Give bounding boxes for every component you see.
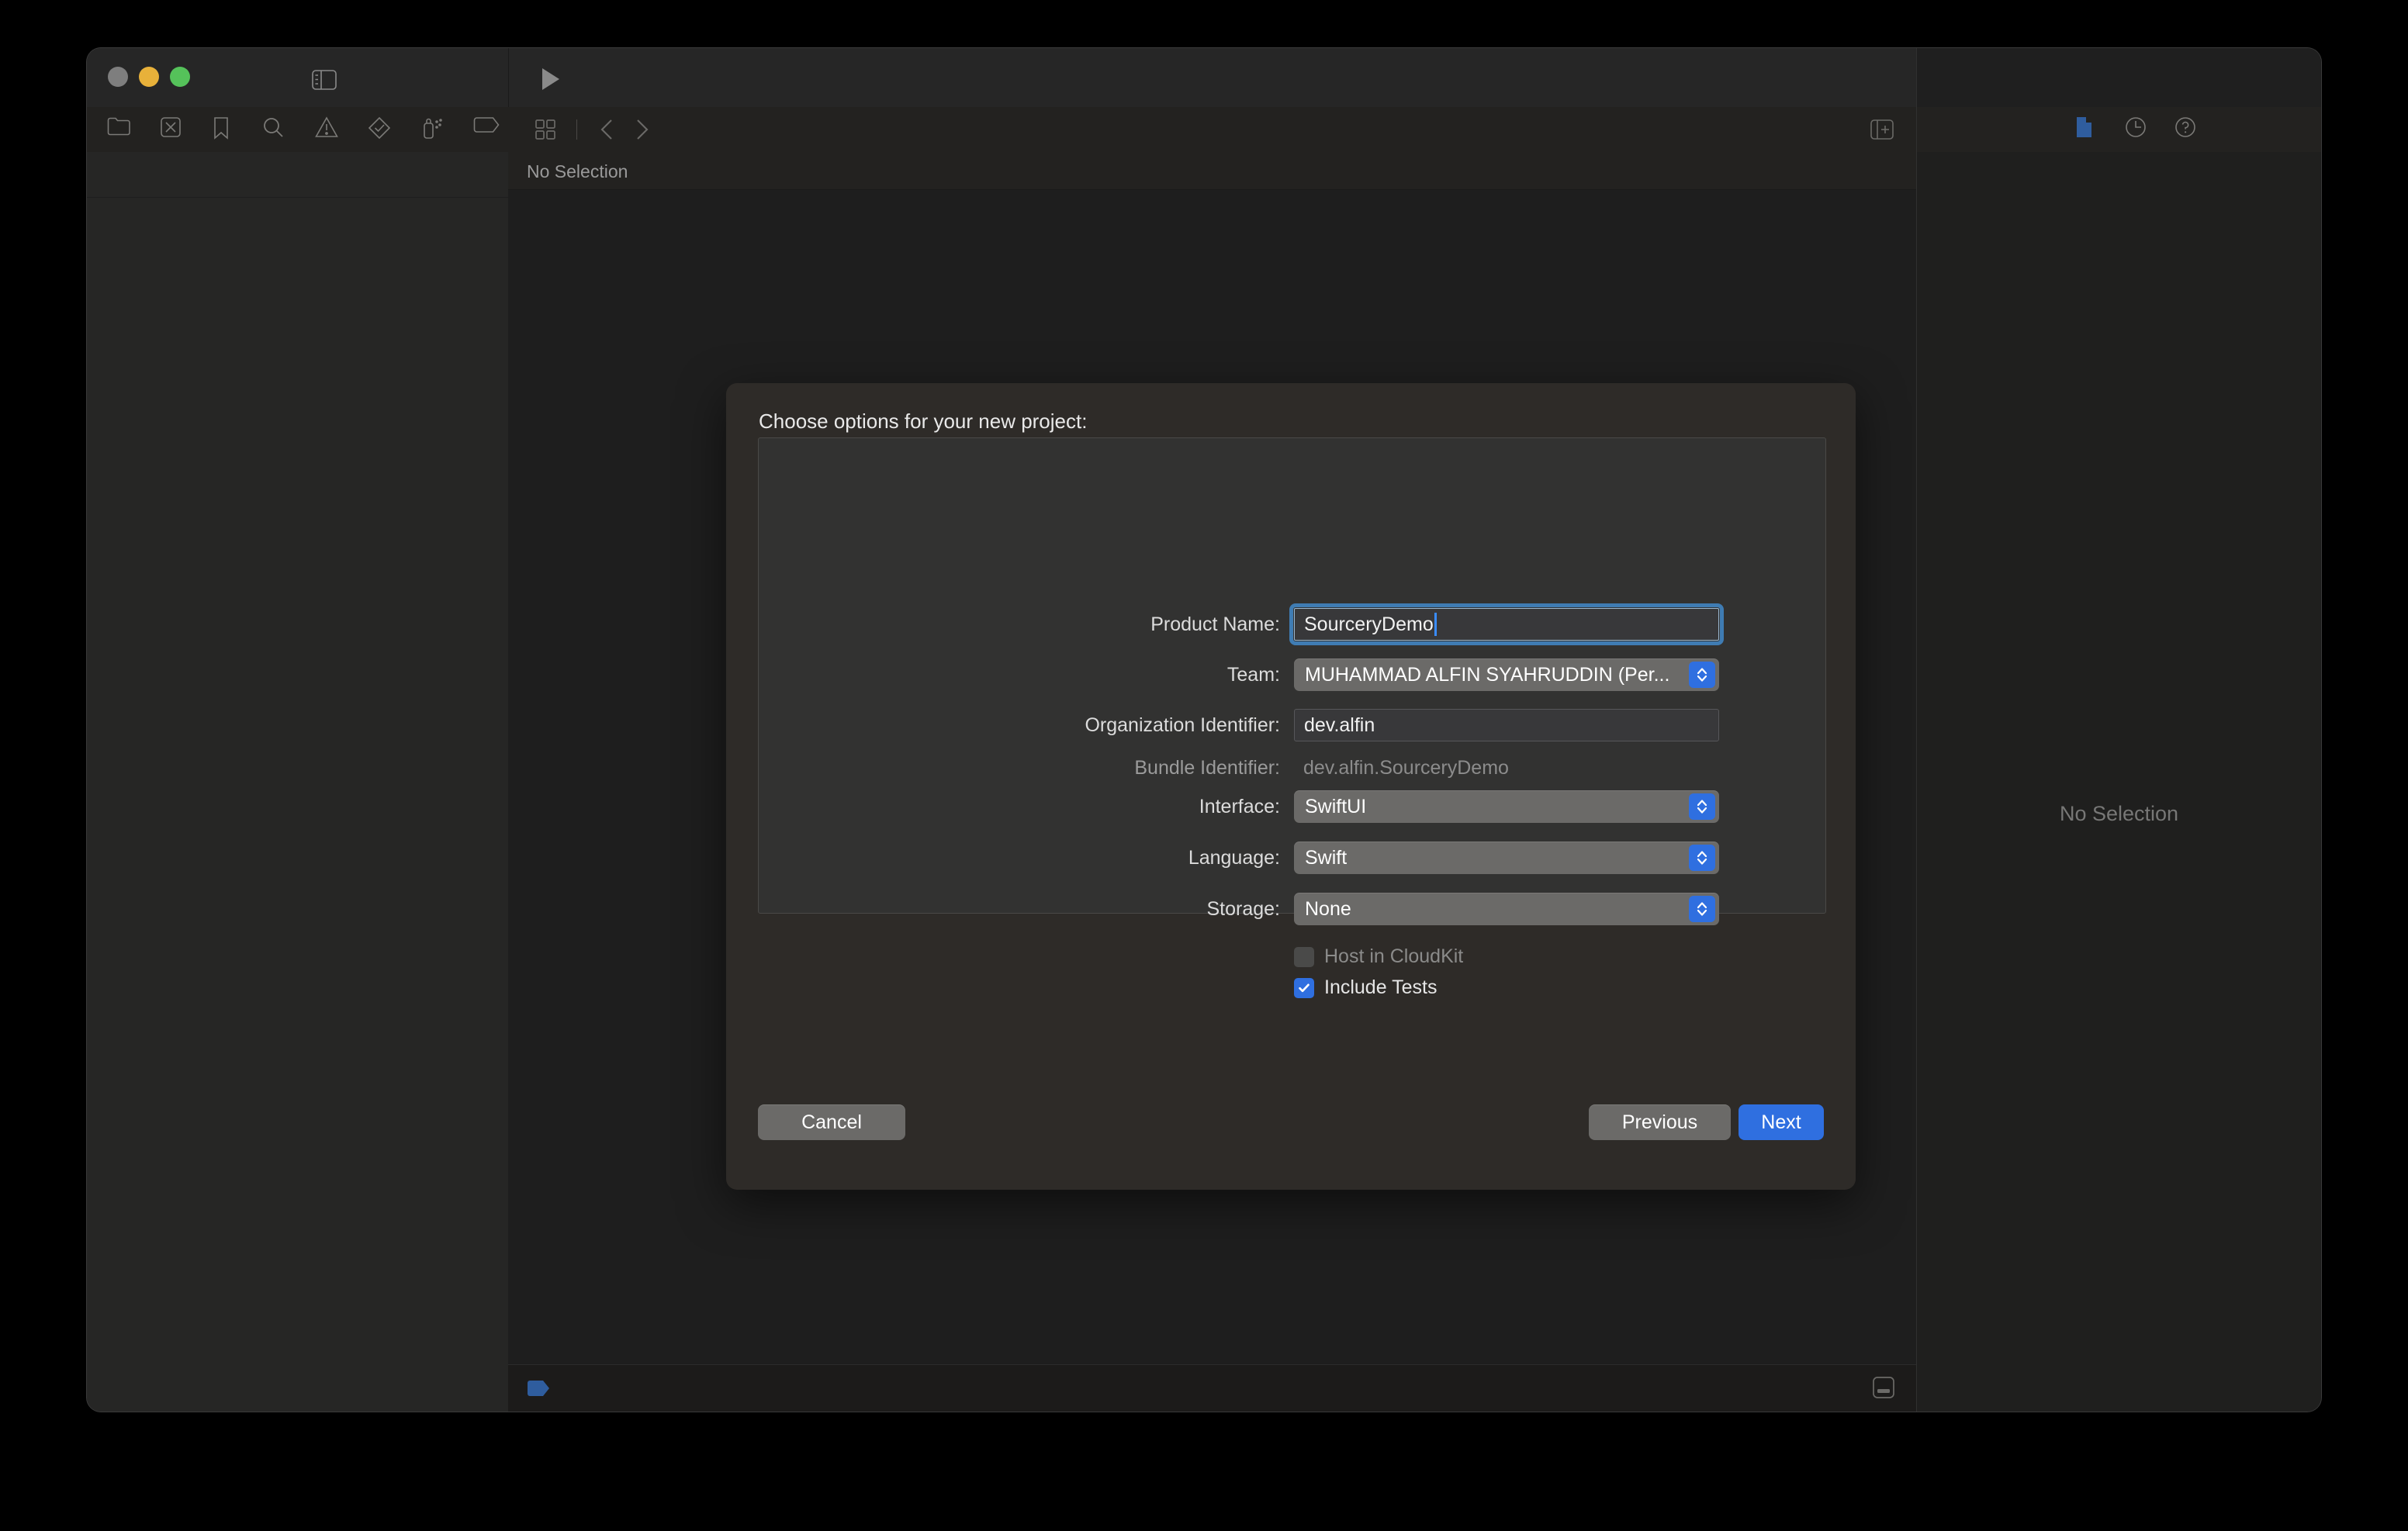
issue-navigator-icon[interactable]	[315, 116, 341, 143]
close-window-button[interactable]	[108, 67, 128, 87]
storage-label: Storage:	[1206, 897, 1280, 920]
storage-value: None	[1305, 897, 1351, 920]
cancel-button[interactable]: Cancel	[758, 1104, 905, 1140]
tag-label-icon[interactable]	[527, 1379, 550, 1398]
next-button[interactable]: Next	[1739, 1104, 1824, 1140]
inspector-empty-label: No Selection	[2059, 802, 2179, 825]
chevron-updown-icon[interactable]	[1689, 845, 1715, 871]
form-row-organization-identifier: Organization Identifier: dev.alfin	[759, 708, 1825, 742]
include-tests-label: Include Tests	[1324, 976, 1438, 998]
host-in-cloudkit-checkbox-row[interactable]: Host in CloudKit	[1294, 945, 1463, 968]
previous-button[interactable]: Previous	[1589, 1104, 1731, 1140]
product-name-label: Product Name:	[1150, 613, 1280, 635]
editor-breadcrumb-bar[interactable]: No Selection	[508, 152, 1917, 190]
run-triangle-icon[interactable]	[535, 65, 566, 93]
bookmark-navigator-icon[interactable]	[213, 116, 239, 143]
storage-popup-button[interactable]: None	[1294, 893, 1719, 925]
titlebar-right-region	[1916, 48, 2321, 107]
options-form: Product Name: SourceryDemo Team: MUHAMMA…	[759, 438, 1825, 998]
team-value: MUHAMMAD ALFIN SYAHRUDDIN (Per...	[1305, 663, 1670, 686]
inspector-selector-bar	[1916, 107, 2321, 153]
bundle-identifier-label: Bundle Identifier:	[1134, 756, 1280, 779]
team-label: Team:	[1226, 663, 1280, 686]
form-row-team: Team: MUHAMMAD ALFIN SYAHRUDDIN (Per...	[759, 658, 1825, 692]
show-debug-area-icon[interactable]	[1872, 1376, 1897, 1401]
bundle-identifier-value: dev.alfin.SourceryDemo	[1303, 756, 1509, 779]
organization-identifier-input[interactable]: dev.alfin	[1294, 709, 1719, 741]
editor-jump-bar	[508, 107, 1917, 153]
quick-help-inspector-icon[interactable]	[2174, 116, 2201, 143]
sheet-title: Choose options for your new project:	[759, 410, 1088, 433]
chevron-updown-icon[interactable]	[1689, 662, 1715, 688]
toolbar-row	[87, 107, 2321, 153]
text-caret	[1434, 613, 1437, 636]
window-titlebar	[87, 48, 2321, 154]
interface-value: SwiftUI	[1305, 795, 1367, 817]
organization-identifier-value: dev.alfin	[1304, 714, 1375, 736]
minimize-window-button[interactable]	[139, 67, 159, 87]
include-tests-checkbox-row[interactable]: Include Tests	[1294, 976, 1437, 999]
form-row-bundle-identifier: Bundle Identifier: dev.alfin.SourceryDem…	[759, 751, 1825, 785]
options-panel: Product Name: SourceryDemo Team: MUHAMMA…	[758, 437, 1826, 998]
navigator-selector-bar	[87, 107, 542, 153]
search-navigator-icon[interactable]	[262, 116, 289, 143]
interface-popup-button[interactable]: SwiftUI	[1294, 790, 1719, 823]
chevron-updown-icon[interactable]	[1689, 896, 1715, 922]
xcode-window: No Selection No Selection Choose options…	[87, 48, 2321, 1412]
host-in-cloudkit-checkbox	[1294, 946, 1314, 967]
language-popup-button[interactable]: Swift	[1294, 842, 1719, 874]
source-control-navigator-icon[interactable]	[160, 116, 186, 143]
new-project-options-sheet: Choose options for your new project: Pro…	[726, 383, 1856, 1190]
editor-options-grid-icon[interactable]	[532, 116, 559, 143]
history-inspector-icon[interactable]	[2125, 116, 2151, 143]
interface-label: Interface:	[1199, 795, 1280, 817]
folder-project-navigator-icon[interactable]	[107, 116, 133, 143]
add-editor-icon[interactable]	[1869, 116, 1895, 143]
breadcrumb: No Selection	[527, 161, 628, 181]
include-tests-checkbox	[1294, 977, 1314, 998]
debug-navigator-icon[interactable]	[420, 116, 447, 143]
organization-identifier-label: Organization Identifier:	[1085, 714, 1280, 736]
team-popup-button[interactable]: MUHAMMAD ALFIN SYAHRUDDIN (Per...	[1294, 658, 1719, 691]
form-row-interface: Interface: SwiftUI	[759, 790, 1825, 824]
chevron-right-icon[interactable]	[629, 116, 656, 143]
chevron-left-icon[interactable]	[593, 116, 620, 143]
inspector-pane: No Selection	[1916, 152, 2321, 1412]
product-name-value: SourceryDemo	[1304, 613, 1434, 635]
language-label: Language:	[1188, 846, 1280, 869]
host-in-cloudkit-label: Host in CloudKit	[1324, 945, 1464, 967]
chevron-updown-icon[interactable]	[1689, 793, 1715, 820]
sidebar-left-icon[interactable]	[309, 68, 340, 92]
language-value: Swift	[1305, 846, 1348, 869]
form-row-product-name: Product Name: SourceryDemo	[759, 603, 1825, 645]
maximize-window-button[interactable]	[170, 67, 190, 87]
form-row-storage: Storage: None	[759, 892, 1825, 926]
product-name-input[interactable]: SourceryDemo	[1289, 603, 1724, 645]
editor-status-bar	[508, 1364, 1917, 1412]
jump-bar-divider	[576, 119, 577, 140]
project-navigator[interactable]	[87, 152, 509, 1412]
breakpoint-navigator-icon[interactable]	[473, 116, 504, 143]
navigator-filter-bar	[87, 152, 508, 198]
form-row-language: Language: Swift	[759, 841, 1825, 875]
test-navigator-icon[interactable]	[368, 116, 394, 143]
file-inspector-icon[interactable]	[2075, 116, 2102, 143]
